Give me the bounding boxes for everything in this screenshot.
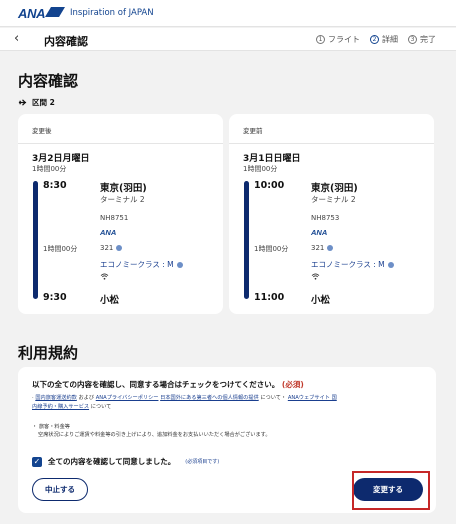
arrival-city: 小松 <box>100 295 120 306</box>
flight-date: 3月2日月曜日 <box>32 154 90 164</box>
required-label: (必須) <box>281 380 304 389</box>
info-icon[interactable] <box>116 245 123 251</box>
cabin-class: エコノミークラス : M <box>100 259 183 270</box>
ana-logo-mark-icon <box>45 7 65 17</box>
departure-time: 10:00 <box>254 180 285 191</box>
arrival-time: 11:00 <box>254 292 285 303</box>
segment-duration: 1時間00分 <box>254 245 289 253</box>
terms-links-line: · 国内旅客運送約款 および ANAプライバシーポリシー 日本国外にある第三者へ… <box>32 395 337 401</box>
step-number: 2 <box>370 35 379 44</box>
link-domestic-carriage-terms[interactable]: 国内旅客運送約款 <box>35 395 77 401</box>
timeline-bar <box>244 181 249 299</box>
cabin-label: エコノミークラス : M <box>311 260 385 269</box>
fee-title: ・ 旅客・料金等 <box>32 424 70 430</box>
info-icon[interactable] <box>176 262 183 268</box>
airline-logo: ANA <box>311 228 328 237</box>
terminal: ターミナル 2 <box>311 195 356 204</box>
timeline-bar <box>33 181 38 299</box>
step-number: 3 <box>408 35 417 44</box>
flight-duration: 1時間00分 <box>243 165 278 173</box>
flight-date: 3月1日日曜日 <box>243 154 301 164</box>
terms-text: および <box>78 395 95 401</box>
nav-title: 内容確認 <box>44 35 88 48</box>
step-details: 2 詳細 <box>370 34 398 45</box>
link-ana-website-2[interactable]: 内線予約・購入サービス <box>32 404 89 410</box>
segment-text: 区間 2 <box>32 98 55 107</box>
terms-title: 利用規約 <box>18 344 79 362</box>
link-ana-website-1[interactable]: ANAウェブサイト 国 <box>288 395 337 401</box>
terms-heading-text: 以下の全ての内容を確認し、同意する場合はチェックをつけてください。 <box>32 380 280 389</box>
info-icon[interactable] <box>387 262 394 268</box>
agree-note: (必須項目です) <box>185 459 220 465</box>
card-tag: 変更後 <box>32 127 52 135</box>
arrival-time: 9:30 <box>43 292 67 303</box>
flight-card-before: 変更前 3月1日日曜日 1時間00分 10:00 1時間00分 11:00 東京… <box>229 114 434 314</box>
flight-duration: 1時間00分 <box>32 165 67 173</box>
arrival-city: 小松 <box>311 295 331 306</box>
info-icon[interactable] <box>327 245 334 251</box>
wifi-icon <box>311 273 320 282</box>
terms-text: について <box>90 404 112 410</box>
segment-duration: 1時間00分 <box>43 245 78 253</box>
step-number: 1 <box>316 35 325 44</box>
nav-bar: ‹ 内容確認 1 フライト 2 詳細 3 完了 <box>0 28 456 51</box>
aircraft-type: 321 <box>100 244 123 252</box>
back-chevron-icon[interactable]: ‹ <box>14 31 19 46</box>
flight-number: NH8753 <box>311 214 340 222</box>
link-privacy-policy[interactable]: ANAプライバシーポリシー <box>96 395 159 401</box>
agree-row: ✓ 全ての内容を確認して同意しました。 (必須項目です) <box>32 456 219 467</box>
segment-label: 区間 2 <box>18 97 55 108</box>
page-title: 内容確認 <box>18 72 79 90</box>
terminal: ターミナル 2 <box>100 195 145 204</box>
step-complete: 3 完了 <box>408 34 436 45</box>
cabin-class: エコノミークラス : M <box>311 259 394 270</box>
progress-steps: 1 フライト 2 詳細 3 完了 <box>316 34 436 45</box>
departure-city: 東京(羽田) <box>311 183 358 194</box>
agree-label[interactable]: 全ての内容を確認して同意しました。 <box>48 456 175 467</box>
top-header: ANA Inspiration of JAPAN <box>0 0 456 27</box>
brand-tagline: Inspiration of JAPAN <box>70 8 154 18</box>
fee-text: 空席状況によりご運賃や料金等の引き上げにより、追加料金をお支払いいただく場合がご… <box>38 432 271 438</box>
wifi-icon <box>100 273 109 282</box>
link-third-party-provision[interactable]: 日本国外にある第三者への個人情報の提供 <box>160 395 259 401</box>
aircraft-type: 321 <box>311 244 334 252</box>
cancel-button[interactable]: 中止する <box>32 478 88 501</box>
highlight-box <box>352 471 430 510</box>
ana-logo[interactable]: ANA <box>18 6 46 21</box>
divider <box>18 143 223 144</box>
airline-logo: ANA <box>100 228 117 237</box>
departure-city: 東京(羽田) <box>100 183 147 194</box>
flight-card-after: 変更後 3月2日月曜日 1時間00分 8:30 1時間00分 9:30 東京(羽… <box>18 114 223 314</box>
plane-icon <box>18 99 27 106</box>
step-label: 完了 <box>420 35 436 44</box>
cabin-label: エコノミークラス : M <box>100 260 174 269</box>
terms-heading: 以下の全ての内容を確認し、同意する場合はチェックをつけてください。 (必須) <box>32 379 304 390</box>
divider <box>229 143 434 144</box>
terms-links-line-2: 内線予約・購入サービス について <box>32 403 111 411</box>
departure-time: 8:30 <box>43 180 67 191</box>
card-tag: 変更前 <box>243 127 263 135</box>
step-label: フライト <box>328 35 360 44</box>
step-flight: 1 フライト <box>316 34 360 45</box>
aircraft-label: 321 <box>311 244 325 252</box>
aircraft-label: 321 <box>100 244 114 252</box>
agree-checkbox[interactable]: ✓ <box>32 456 42 467</box>
step-label: 詳細 <box>382 35 398 44</box>
terms-text: について・ <box>260 395 287 401</box>
flight-number: NH8751 <box>100 214 129 222</box>
